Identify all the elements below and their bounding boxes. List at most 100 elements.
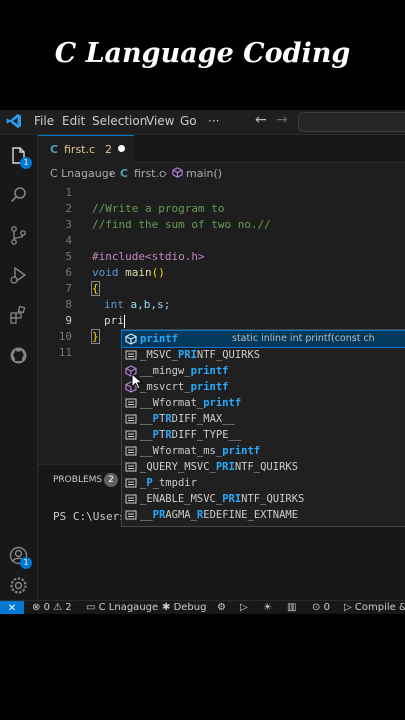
tab-problems[interactable]: PROBLEMS [53,475,102,485]
manage-button[interactable] [8,575,29,596]
suggestion-detail: static inline int printf(const ch [232,333,375,344]
text-icon [125,414,137,424]
github-icon [10,347,27,364]
post-text: EDEFINE_EXTNAME [203,509,299,521]
suggestion-item[interactable]: __PTRDIFF_MAX__ [122,411,405,427]
post-text: DIFF_TYPE__ [171,429,242,441]
breadcrumb-separator: › [163,167,168,180]
line-number-active: 9 [65,314,72,327]
accounts-button[interactable]: 1 [8,545,32,569]
warning-count: 2 [65,602,72,613]
menu-more[interactable]: ··· [208,114,219,128]
vscode-window: File Edit Selection View Go ··· ← → 1 1 … [0,110,405,614]
method-cube-icon [172,167,183,178]
explorer-button[interactable]: 1 [8,145,32,169]
suggestion-label: _QUERY_MSVC_PRINTF_QUIRKS [140,459,298,475]
line-number: 11 [58,346,72,359]
tab-problem-count: 2 [105,143,112,156]
status-debug[interactable]: ✱ Debug [162,602,206,613]
suggestion-item[interactable]: __PTRDIFF_TYPE__ [122,427,405,443]
suggestion-item[interactable]: _QUERY_MSVC_PRINTF_QUIRKS [122,459,405,475]
status-project[interactable]: ▭ C Lnagauge [86,602,158,613]
problems-count-badge: 2 [104,473,118,487]
extensions-icon [10,305,26,324]
status-problems[interactable]: ⊗ 0 ⚠ 2 [32,602,72,613]
trash-icon[interactable]: ▥ [287,602,296,613]
suggestion-label: _MSVC_PRINTF_QUIRKS [140,347,260,363]
suggestion-label: _msvcrt_printf [140,379,229,395]
brace-match: } [91,329,100,344]
run-icon[interactable]: ▷ [240,602,248,613]
video-banner: C Language Coding [0,0,405,110]
search-button[interactable] [8,185,29,206]
method-cube-icon [125,333,137,345]
match-text: printf [140,333,178,345]
match-text: printf [190,381,229,393]
gear-icon [10,577,27,594]
suggestion-item[interactable]: _MSVC_PRINTF_QUIRKS [122,347,405,363]
code-main-signature: void main() [92,266,165,279]
breadcrumb: C Lnagauge › C first.c › main() [38,163,405,183]
suggestion-item[interactable]: _ENABLE_MSVC_PRINTF_QUIRKS [122,491,405,507]
suggestion-item[interactable]: _P_tmpdir [122,475,405,491]
tab-first-c[interactable]: C first.c 2 [38,135,134,163]
bug-icon[interactable]: ☀ [263,602,272,613]
unsaved-dot-icon[interactable] [118,145,125,152]
status-compile[interactable]: ▷ Compile & [344,602,405,613]
suggestion-item-selected[interactable]: printf static inline int printf(const ch [121,330,405,348]
nav-forward-button[interactable]: → [276,112,288,128]
nav-back-button[interactable]: ← [255,112,267,128]
suggestion-item[interactable]: __Wformat_ms_printf [122,443,405,459]
run-debug-button[interactable] [8,265,29,286]
pre-text: _msvcrt_ [140,381,191,393]
line-number: 7 [65,282,72,295]
broadcast-icon: ⊙ [312,602,321,613]
suggestion-item[interactable]: __PRAGMA_REDEFINE_EXTNAME [122,507,405,523]
status-ports[interactable]: ⊙ 0 [312,602,330,613]
match-text: PRI [222,493,242,505]
breadcrumb-file[interactable]: first.c [134,167,165,180]
source-control-icon [11,226,26,245]
suggestion-item[interactable]: _msvcrt_printf [122,379,405,395]
line-number: 8 [65,298,72,311]
play-icon: ▷ [344,602,352,613]
command-center-search[interactable] [298,112,405,132]
banner-title: C Language Coding [54,38,351,69]
post-text: DIFF_MAX__ [171,413,235,425]
match-text: printf [203,397,242,409]
pre-text: _ENABLE_MSVC_ [140,493,223,505]
text-icon [125,398,137,408]
suggestion-item[interactable]: __mingw_printf [122,363,405,379]
menu-edit[interactable]: Edit [62,114,85,128]
breadcrumb-symbol[interactable]: main() [186,167,222,180]
github-button[interactable] [8,345,29,366]
menu-selection[interactable]: Selection [92,114,147,128]
menu-file[interactable]: File [34,114,54,128]
extensions-button[interactable] [8,305,29,326]
source-control-button[interactable] [8,225,29,246]
gear-icon[interactable]: ⚙ [217,602,226,613]
post-text: _tmpdir [152,477,197,489]
suggestion-item[interactable]: __Wformat_printf [122,395,405,411]
ports-count: 0 [323,602,330,613]
code-function: main [125,266,152,279]
breadcrumb-separator: › [109,167,114,180]
match-text: printf [222,445,261,457]
compile-label: Compile & [354,602,405,613]
code-paren: () [151,266,165,279]
post-text: NTF_QUIRKS [241,493,305,505]
text-icon [125,494,137,504]
suggestion-label: __PTRDIFF_TYPE__ [140,427,241,443]
status-bar: ✕ ⊗ 0 ⚠ 2 ▭ C Lnagauge ✱ Debug ⚙ ▷ ☀ ▥ ⊙… [0,600,405,614]
remote-indicator[interactable]: ✕ [0,601,24,614]
suggestion-label: __mingw_printf [140,363,229,379]
suggestion-label: _P_tmpdir [140,475,197,491]
pre-text: _QUERY_MSVC_ [140,461,216,473]
suggestion-label: _ENABLE_MSVC_PRINTF_QUIRKS [140,491,304,507]
menu-go[interactable]: Go [180,114,197,128]
text-icon [125,430,137,440]
tab-filename: first.c [64,143,96,156]
breadcrumb-folder[interactable]: C Lnagauge [50,167,115,180]
pre-text: __Wformat_ [140,397,204,409]
menu-view[interactable]: View [146,114,174,128]
